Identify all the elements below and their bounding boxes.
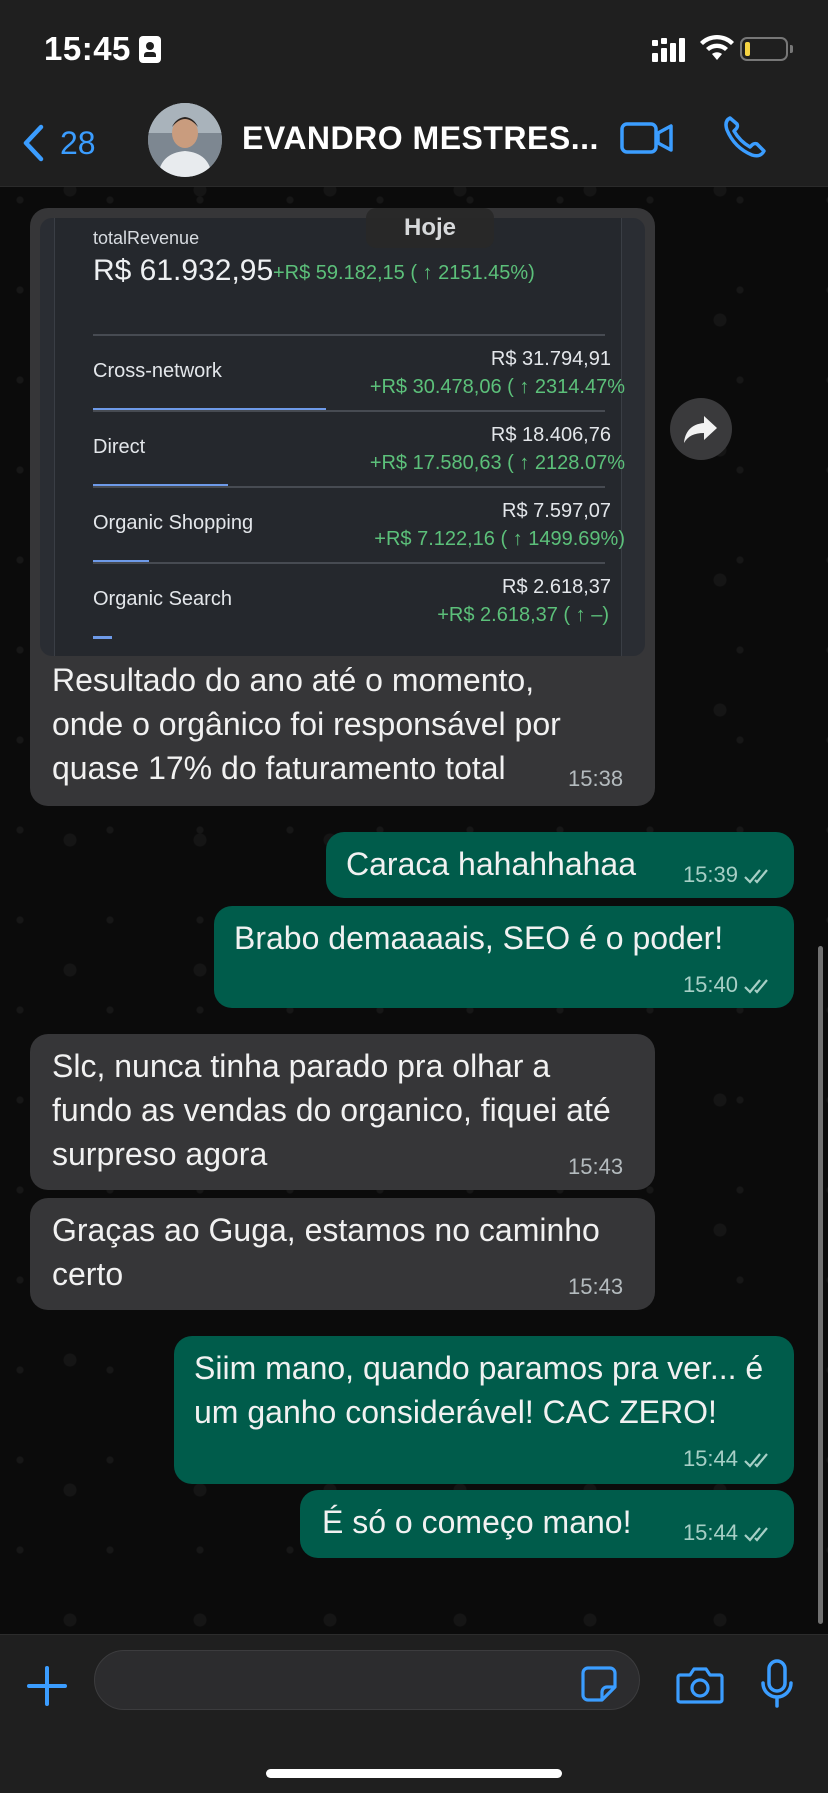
wifi-icon [700,34,734,60]
sticker-icon[interactable] [580,1665,618,1703]
message-time: 15:43 [568,1154,624,1179]
back-button[interactable]: 28 [22,118,96,168]
message-text: Slc, nunca tinha parado pra olhar a fund… [52,1048,611,1172]
image-message-bubble[interactable]: totalRevenue R$ 61.932,95 +R$ 59.182,15 … [30,208,655,806]
channel-delta: +R$ 2.618,37 ( ↑ –) [437,604,609,626]
channel-row: Cross-network R$ 31.794,91 +R$ 30.478,06… [93,334,625,411]
channel-value: R$ 7.597,07 [502,500,611,522]
message-text: Caraca hahahhahaa [346,846,637,882]
double-check-icon [744,1453,768,1468]
message-input[interactable] [94,1650,640,1710]
message-text: Brabo demaaaais, SEO é o poder! [234,920,724,956]
total-revenue-delta: +R$ 59.182,15 ( ↑ 2151.45%) [273,262,535,284]
scrollbar[interactable] [818,946,823,1624]
message-time: 15:44 [683,1446,776,1472]
message-text: Siim mano, quando paramos pra ver... é u… [194,1350,764,1430]
channel-share-bar [93,636,113,639]
message-text: Graças ao Guga, estamos no caminho certo [52,1212,600,1292]
analytics-screenshot[interactable]: totalRevenue R$ 61.932,95 +R$ 59.182,15 … [40,218,645,656]
avatar-photo [148,103,222,177]
channel-delta: +R$ 7.122,16 ( ↑ 1499.69%) [374,528,625,550]
contact-avatar[interactable] [148,103,222,177]
channel-value: R$ 2.618,37 [502,576,611,598]
double-check-icon [744,979,768,994]
analytics-card: totalRevenue R$ 61.932,95 +R$ 59.182,15 … [54,218,625,656]
channel-value: R$ 31.794,91 [490,348,611,370]
battery-icon [740,37,793,61]
time-label: 15:39 [682,862,738,887]
unread-count: 28 [60,124,96,161]
message-time: 15:40 [683,972,776,998]
total-revenue-value: R$ 61.932,95 [93,254,274,287]
channel-name: Cross-network [93,360,222,382]
home-indicator[interactable] [266,1769,562,1778]
outgoing-message[interactable]: Brabo demaaaais, SEO é o poder! 15:40 [214,906,794,1008]
total-revenue-label: totalRevenue [93,228,200,248]
status-time: 15:45 [44,30,131,67]
share-arrow-icon [684,416,717,443]
chat-header: 28 EVANDRO MESTRES... [0,100,828,187]
message-time: 15:38 [568,766,624,791]
outgoing-message[interactable]: É só o começo mano! 15:44 [300,1490,794,1558]
channel-delta: +R$ 17.580,63 ( ↑ 2128.07% [369,452,625,474]
channel-name: Organic Shopping [93,512,254,534]
forward-button[interactable] [670,398,732,460]
channel-row: Organic Shopping R$ 7.597,07 +R$ 7.122,1… [93,486,625,563]
double-check-icon [744,869,768,884]
id-card-icon [139,36,161,63]
message-text: É só o começo mano! [322,1504,632,1540]
cellular-signal-icon [652,38,685,62]
channel-row: Organic Search R$ 2.618,37 +R$ 2.618,37 … [93,562,611,639]
time-label: 15:44 [682,1520,738,1545]
outgoing-message[interactable]: Caraca hahahhahaa 15:39 [326,832,794,898]
channel-name: Organic Search [93,588,232,610]
status-bar: 15:45 [0,0,828,100]
channel-delta: +R$ 30.478,06 ( ↑ 2314.47% [369,376,625,398]
time-label: 15:40 [682,972,738,997]
message-time: 15:43 [568,1274,624,1299]
incoming-message[interactable]: Graças ao Guga, estamos no caminho certo… [30,1198,655,1310]
contact-name[interactable]: EVANDRO MESTRES... [242,120,599,157]
double-check-icon [744,1527,768,1542]
channel-value: R$ 18.406,76 [490,424,611,446]
voice-call-button[interactable] [722,114,766,160]
video-call-button[interactable] [620,118,674,158]
channel-row: Direct R$ 18.406,76 +R$ 17.580,63 ( ↑ 21… [93,410,625,487]
microphone-icon[interactable] [760,1659,794,1709]
camera-icon[interactable] [676,1666,724,1704]
time-label: 15:44 [682,1446,738,1471]
outgoing-message[interactable]: Siim mano, quando paramos pra ver... é u… [174,1336,794,1484]
image-caption: Resultado do ano até o momento, onde o o… [52,662,561,786]
incoming-message[interactable]: Slc, nunca tinha parado pra olhar a fund… [30,1034,655,1190]
message-input-bar [0,1634,828,1793]
message-time: 15:39 [683,862,776,888]
message-time: 15:44 [683,1520,776,1546]
battery-level [745,42,750,56]
plus-icon[interactable] [26,1665,68,1707]
channel-name: Direct [93,436,146,458]
chevron-left-icon [23,124,44,162]
date-chip: Hoje [366,208,494,248]
